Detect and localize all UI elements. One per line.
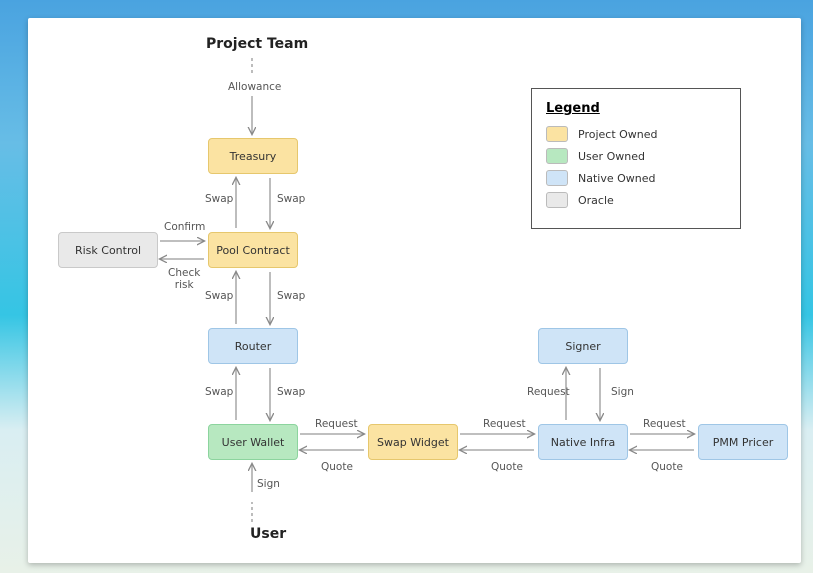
legend-label: Native Owned <box>578 172 656 185</box>
legend-title: Legend <box>546 101 726 116</box>
node-router: Router <box>208 328 298 364</box>
legend-item: Oracle <box>546 192 726 208</box>
swatch-icon <box>546 126 568 142</box>
edge-sign-user: Sign <box>257 478 280 490</box>
swatch-icon <box>546 192 568 208</box>
edge-request-ni-pp: Request <box>643 418 686 430</box>
node-signer: Signer <box>538 328 628 364</box>
edge-request-uw-sw: Request <box>315 418 358 430</box>
edge-check-risk: Check risk <box>168 268 200 291</box>
swatch-icon <box>546 148 568 164</box>
edge-confirm: Confirm <box>164 221 205 233</box>
bottom-actor-title: User <box>250 526 286 542</box>
legend-item: User Owned <box>546 148 726 164</box>
edge-quote-sw-ni: Quote <box>491 461 523 473</box>
top-actor-title: Project Team <box>206 36 308 52</box>
edge-sign-signer-ni: Sign <box>611 386 634 398</box>
edge-swap-r-uw-r: Swap <box>277 386 305 398</box>
legend-label: Project Owned <box>578 128 658 141</box>
edge-swap-t-pc-l: Swap <box>205 193 233 205</box>
node-native-infra: Native Infra <box>538 424 628 460</box>
diagram-card: Project Team User Treasury Pool Contract… <box>28 18 801 563</box>
swatch-icon <box>546 170 568 186</box>
edge-request-ni-signer: Request <box>527 386 570 398</box>
edge-swap-pc-r-l: Swap <box>205 290 233 302</box>
node-user-wallet: User Wallet <box>208 424 298 460</box>
node-pool-contract: Pool Contract <box>208 232 298 268</box>
edge-swap-r-uw-l: Swap <box>205 386 233 398</box>
edge-quote-uw-sw: Quote <box>321 461 353 473</box>
legend-item: Project Owned <box>546 126 726 142</box>
node-swap-widget: Swap Widget <box>368 424 458 460</box>
node-treasury: Treasury <box>208 138 298 174</box>
legend-label: User Owned <box>578 150 645 163</box>
edge-swap-t-pc-r: Swap <box>277 193 305 205</box>
legend: Legend Project Owned User Owned Native O… <box>531 88 741 229</box>
edge-quote-ni-pp: Quote <box>651 461 683 473</box>
legend-label: Oracle <box>578 194 614 207</box>
edge-request-sw-ni: Request <box>483 418 526 430</box>
edge-swap-pc-r-r: Swap <box>277 290 305 302</box>
edge-allowance: Allowance <box>228 81 281 93</box>
legend-item: Native Owned <box>546 170 726 186</box>
node-risk-control: Risk Control <box>58 232 158 268</box>
node-pmm-pricer: PMM Pricer <box>698 424 788 460</box>
